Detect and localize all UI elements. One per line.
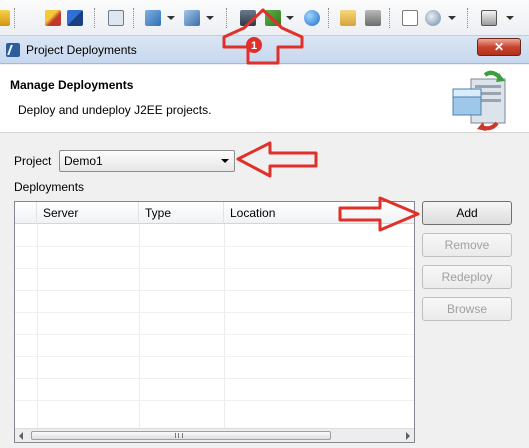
chevron-down-icon	[221, 159, 229, 163]
web-icon[interactable]	[425, 10, 441, 26]
run-icon[interactable]	[265, 10, 281, 26]
app-icon	[6, 43, 20, 57]
folder-icon[interactable]	[340, 10, 356, 26]
wizard-icon[interactable]	[108, 10, 124, 26]
toolbar-separator	[389, 8, 391, 28]
header-description: Deploy and undeploy J2EE projects.	[18, 103, 212, 117]
header-title: Manage Deployments	[10, 78, 134, 92]
wizard2-icon[interactable]	[145, 10, 161, 26]
row-divider	[15, 268, 414, 269]
wizard3-icon[interactable]	[184, 10, 200, 26]
toolbar-separator	[226, 8, 228, 28]
window-title: Project Deployments	[26, 43, 137, 57]
deployments-table[interactable]: Server Type Location	[14, 201, 415, 443]
add-button[interactable]: Add	[422, 201, 512, 225]
deployment-banner-icon	[452, 70, 506, 131]
project-icon[interactable]	[67, 10, 83, 26]
table-header: Server Type Location	[15, 202, 414, 224]
project-label: Project	[14, 154, 52, 168]
remove-button[interactable]: Remove	[422, 233, 512, 257]
row-divider	[15, 312, 414, 313]
deploy-manage-icon[interactable]	[240, 10, 256, 26]
column-header-server[interactable]: Server	[37, 202, 139, 224]
scroll-left-icon[interactable]	[19, 432, 23, 440]
chevron-down-icon[interactable]	[206, 16, 214, 20]
globe-icon[interactable]	[304, 10, 320, 26]
row-divider	[15, 334, 414, 335]
new-icon[interactable]	[402, 10, 418, 26]
servers-icon[interactable]	[0, 10, 10, 26]
dialog-header: Manage Deployments Deploy and undeploy J…	[0, 65, 529, 133]
horizontal-scrollbar[interactable]	[15, 428, 414, 442]
row-divider	[15, 400, 414, 401]
scrollbar-thumb[interactable]	[31, 431, 331, 440]
column-header-location[interactable]: Location	[224, 202, 414, 224]
toolbar-separator	[133, 8, 135, 28]
close-button[interactable]: ✕	[477, 38, 521, 56]
dialog-title-bar: Project Deployments	[0, 36, 529, 64]
chevron-down-icon[interactable]	[167, 16, 175, 20]
chevron-down-icon[interactable]	[286, 16, 294, 20]
redeploy-button[interactable]: Redeploy	[422, 265, 512, 289]
row-divider	[15, 378, 414, 379]
tool-icon[interactable]	[365, 10, 381, 26]
toolbar-separator	[14, 8, 16, 28]
toolbar-separator	[328, 8, 330, 28]
column-header-type[interactable]: Type	[139, 202, 224, 224]
chevron-down-icon[interactable]	[448, 16, 456, 20]
project-select-value: Demo1	[64, 154, 103, 168]
browse-button[interactable]: Browse	[422, 297, 512, 321]
toolbar-separator	[94, 8, 96, 28]
row-divider	[15, 246, 414, 247]
column-header-select[interactable]	[15, 202, 37, 224]
deployments-label: Deployments	[14, 180, 85, 194]
camera-icon[interactable]	[481, 10, 497, 26]
chevron-down-icon[interactable]	[506, 16, 514, 20]
scroll-right-icon[interactable]	[406, 432, 410, 440]
toolbar	[0, 0, 529, 36]
annotation-arrow-left	[236, 141, 318, 178]
row-divider	[15, 290, 414, 291]
grip-icon	[175, 433, 183, 438]
row-divider	[15, 356, 414, 357]
project-select[interactable]: Demo1	[59, 150, 235, 172]
deploy-icon[interactable]	[45, 10, 61, 26]
toolbar-separator	[467, 8, 469, 28]
